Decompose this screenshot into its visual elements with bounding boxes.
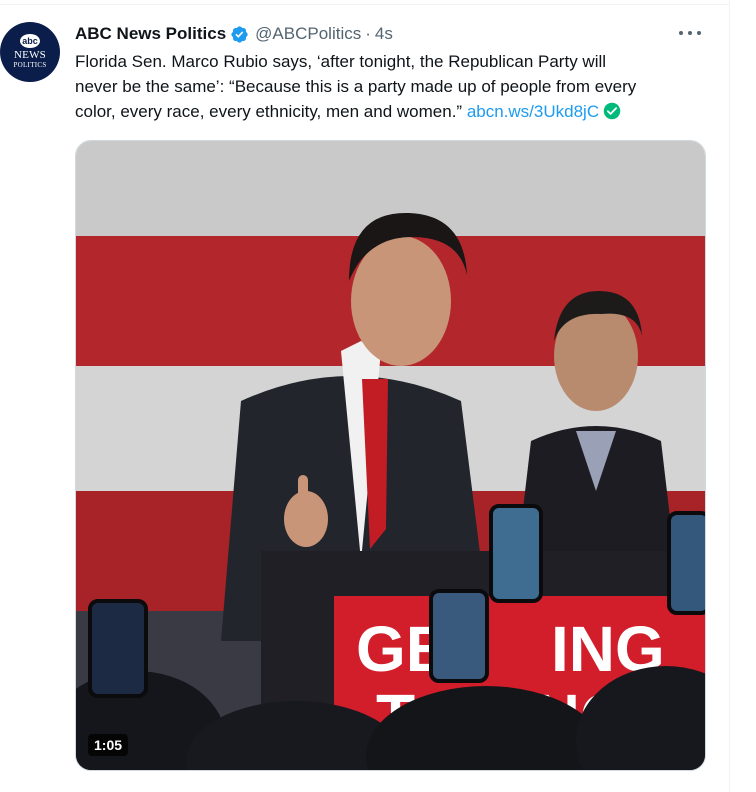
divider <box>0 4 730 5</box>
tweet-text-line-2: never be the same’: “Because this is a p… <box>75 77 637 96</box>
timestamp[interactable]: 4s <box>375 24 393 44</box>
more-dot <box>688 31 692 35</box>
separator-dot: · <box>365 24 371 43</box>
video-duration: 1:05 <box>88 734 129 756</box>
more-dot <box>679 31 683 35</box>
handle[interactable]: @ABCPolitics <box>255 24 361 44</box>
video-frame: GE ING T INGS <box>76 141 705 770</box>
avatar-news-text: NEWS <box>14 49 46 61</box>
tweet-text-line-1: Florida Sen. Marco Rubio says, ‘after to… <box>75 52 607 71</box>
abc-logo: abc <box>20 34 40 48</box>
check-circle-icon <box>603 102 621 120</box>
avatar[interactable]: abc NEWS POLITICS <box>0 22 60 82</box>
avatar-politics-text: POLITICS <box>13 61 47 69</box>
tweet-text-line-3: color, every race, every ethnicity, men … <box>75 102 463 121</box>
right-gutter <box>730 0 756 792</box>
display-name[interactable]: ABC News Politics <box>75 24 226 44</box>
tweet-link[interactable]: abcn.ws/3Ukd8jC <box>467 102 599 121</box>
more-dot <box>697 31 701 35</box>
tweet-card[interactable]: abc NEWS POLITICS ABC News Politics @ABC… <box>0 0 730 792</box>
verified-badge-icon <box>231 25 248 43</box>
video-player[interactable]: GE ING T INGS 1:05 <box>75 140 706 771</box>
more-options-icon[interactable] <box>679 24 701 42</box>
tweet-header: ABC News Politics @ABCPolitics · 4s <box>75 22 393 46</box>
tweet-text: Florida Sen. Marco Rubio says, ‘after to… <box>75 49 715 124</box>
